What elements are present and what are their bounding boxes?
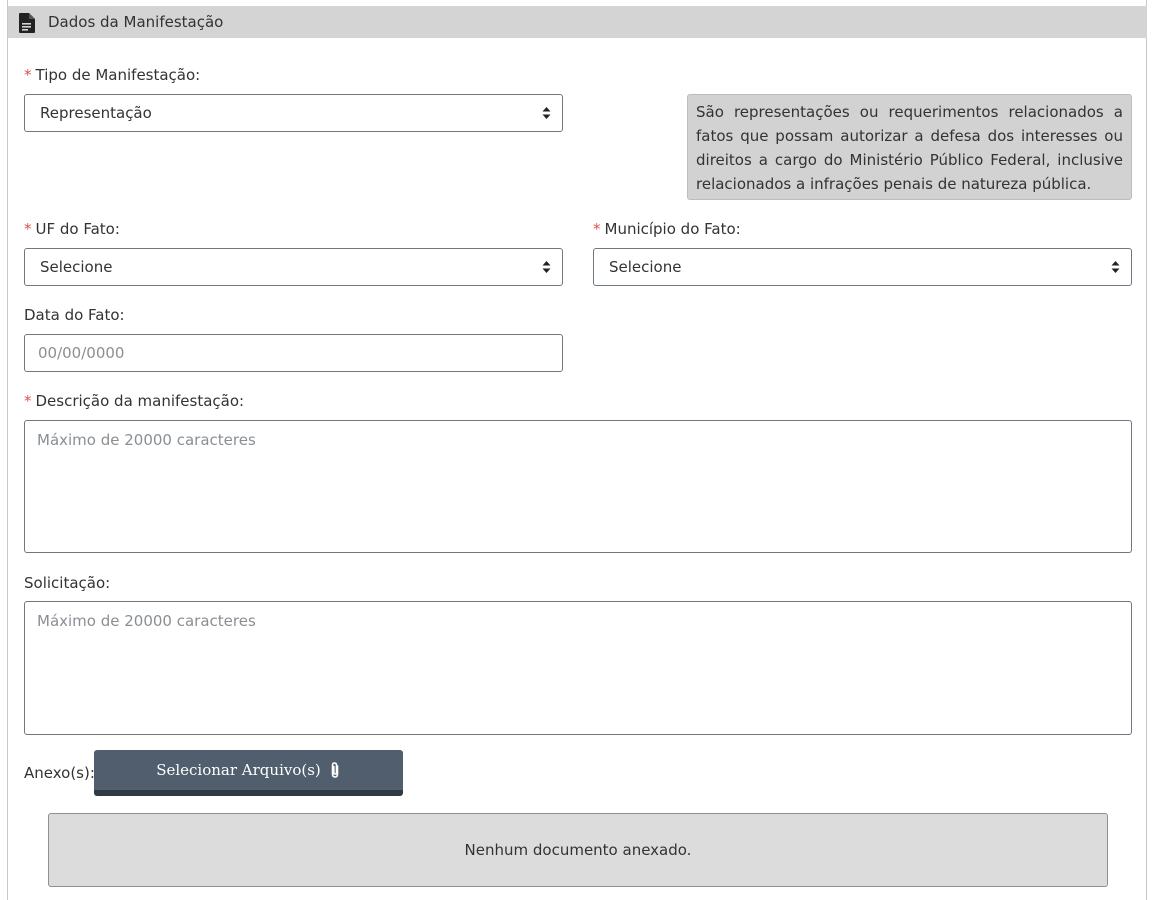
select-files-button[interactable]: Selecionar Arquivo(s)	[94, 750, 403, 796]
select-caret-icon	[1111, 261, 1120, 273]
uf-label: * UF do Fato:	[24, 220, 120, 238]
descricao-label: * Descrição da manifestação:	[24, 392, 244, 410]
manifestation-panel: Dados da Manifestação * Tipo de Manifesta…	[7, 0, 1147, 900]
paperclip-icon	[331, 762, 339, 778]
attachments-empty-state: Nenhum documento anexado.	[48, 813, 1108, 887]
municipio-label: * Município do Fato:	[593, 220, 741, 238]
document-icon	[19, 13, 35, 33]
tipo-label: * Tipo de Manifestação:	[24, 66, 200, 84]
data-label: Data do Fato:	[24, 306, 125, 324]
descricao-placeholder: Máximo de 20000 caracteres	[37, 431, 256, 449]
tipo-label-text: Tipo de Manifestação:	[35, 66, 201, 84]
tipo-info-box: São representações ou requerimentos rela…	[687, 94, 1132, 200]
required-mark: *	[24, 220, 32, 238]
uf-select[interactable]: Selecione	[24, 248, 563, 286]
descricao-textarea[interactable]: Máximo de 20000 caracteres	[24, 420, 1132, 553]
select-caret-icon	[542, 107, 551, 119]
panel-header: Dados da Manifestação	[8, 6, 1147, 38]
select-files-label: Selecionar Arquivo(s)	[156, 761, 321, 779]
solicitacao-placeholder: Máximo de 20000 caracteres	[37, 612, 256, 630]
uf-label-text: UF do Fato:	[35, 220, 120, 238]
municipio-select-value: Selecione	[609, 258, 682, 276]
anexo-label: Anexo(s):	[24, 764, 95, 782]
data-input-placeholder: 00/00/0000	[38, 344, 125, 362]
uf-select-value: Selecione	[40, 258, 113, 276]
select-caret-icon	[542, 261, 551, 273]
tipo-select-value: Representação	[40, 104, 152, 122]
solicitacao-label: Solicitação:	[24, 574, 111, 592]
municipio-label-text: Município do Fato:	[604, 220, 741, 238]
required-mark: *	[24, 66, 32, 84]
data-input[interactable]: 00/00/0000	[24, 334, 563, 372]
required-mark: *	[24, 392, 32, 410]
municipio-select[interactable]: Selecione	[593, 248, 1132, 286]
solicitacao-textarea[interactable]: Máximo de 20000 caracteres	[24, 601, 1132, 735]
tipo-select[interactable]: Representação	[24, 94, 563, 132]
required-mark: *	[593, 220, 601, 238]
descricao-label-text: Descrição da manifestação:	[35, 392, 245, 410]
panel-title: Dados da Manifestação	[48, 13, 224, 31]
